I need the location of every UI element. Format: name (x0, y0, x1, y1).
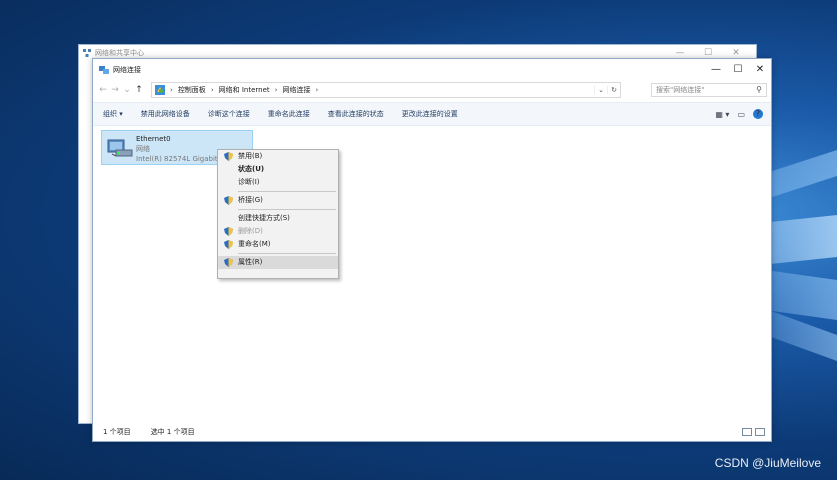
uac-shield-icon (224, 227, 233, 236)
diagnose-connection-button[interactable]: 诊断这个连接 (208, 109, 250, 119)
adapter-network: 网络 (136, 145, 150, 153)
menu-item-create-shortcut[interactable]: 创建快捷方式(S) (218, 212, 338, 225)
large-icons-view-icon[interactable] (755, 428, 765, 436)
forward-arrow-icon[interactable]: → (109, 85, 121, 95)
menu-item-bridge[interactable]: 桥接(G) (218, 194, 338, 207)
details-view-icon[interactable] (742, 428, 752, 436)
back-window-title: 网络和共享中心 (95, 49, 144, 57)
adapter-device: Intel(R) 82574L Gigabit (136, 155, 218, 163)
disable-device-button[interactable]: 禁用此网络设备 (141, 109, 190, 119)
items-view[interactable]: Ethernet0 网络 Intel(R) 82574L Gigabit 禁用(… (93, 126, 771, 424)
back-arrow-icon[interactable]: ← (97, 85, 109, 95)
search-placeholder: 搜索"网络连接" (656, 86, 705, 94)
navigation-bar: ← → ⌄ ↑ › 控制面板 › 网络和 Internet › 网络连接 › ⌄… (93, 81, 771, 99)
address-bar[interactable]: › 控制面板 › 网络和 Internet › 网络连接 › ⌄ ↻ (151, 82, 621, 98)
breadcrumb-network-internet[interactable]: 网络和 Internet (219, 85, 270, 95)
network-adapter-icon (107, 139, 133, 157)
window-title: 网络连接 (113, 66, 141, 74)
menu-item-status[interactable]: 状态(U) (218, 163, 338, 176)
watermark: CSDN @JiuMeilove (714, 456, 821, 470)
change-settings-button[interactable]: 更改此连接的设置 (402, 109, 458, 119)
command-bar: 组织 ▾ 禁用此网络设备 诊断这个连接 重命名此连接 查看此连接的状态 更改此连… (93, 102, 771, 126)
search-icon: ⚲ (756, 85, 762, 94)
network-connections-icon (99, 66, 109, 74)
close-button[interactable]: ✕ (749, 59, 771, 81)
search-input[interactable]: 搜索"网络连接" ⚲ (651, 83, 767, 97)
status-bar: 1 个项目 选中 1 个项目 (93, 423, 771, 441)
preview-pane-icon[interactable]: ▭ (737, 110, 745, 119)
network-connections-window[interactable]: 网络连接 — ☐ ✕ ← → ⌄ ↑ › 控制面板 › 网络和 Internet… (92, 58, 772, 442)
help-icon[interactable]: ? (753, 109, 763, 119)
minimize-button[interactable]: — (705, 59, 727, 81)
organize-menu-button[interactable]: 组织 ▾ (103, 109, 123, 119)
network-icon (83, 49, 91, 57)
breadcrumb-control-panel[interactable]: 控制面板 (178, 85, 206, 95)
context-menu: 禁用(B) 状态(U) 诊断(I) 桥接(G) 创建快捷方式(S) 删除(D) (217, 149, 339, 279)
item-count: 1 个项目 (103, 428, 131, 436)
refresh-icon[interactable]: ↻ (607, 86, 620, 94)
uac-shield-icon (224, 196, 233, 205)
menu-item-properties[interactable]: 属性(R) (218, 256, 338, 269)
breadcrumb-network-connections[interactable]: 网络连接 (282, 85, 310, 95)
menu-separator (238, 209, 336, 210)
menu-separator (238, 191, 336, 192)
recent-locations-chevron-icon[interactable]: ⌄ (121, 85, 133, 95)
titlebar: 网络连接 — ☐ ✕ (93, 59, 771, 81)
up-arrow-icon[interactable]: ↑ (133, 85, 145, 95)
menu-item-diagnose[interactable]: 诊断(I) (218, 176, 338, 189)
view-options-icon[interactable]: ▦ ▾ (715, 110, 729, 119)
rename-connection-button[interactable]: 重命名此连接 (268, 109, 310, 119)
menu-separator (238, 253, 336, 254)
address-dropdown-icon[interactable]: ⌄ (594, 86, 607, 94)
uac-shield-icon (224, 258, 233, 267)
selected-count: 选中 1 个项目 (150, 428, 195, 436)
menu-item-delete: 删除(D) (218, 225, 338, 238)
control-panel-icon (155, 85, 165, 95)
uac-shield-icon (224, 240, 233, 249)
maximize-button[interactable]: ☐ (727, 59, 749, 81)
adapter-name: Ethernet0 (136, 135, 171, 143)
view-status-button[interactable]: 查看此连接的状态 (328, 109, 384, 119)
uac-shield-icon (224, 152, 233, 161)
menu-item-disable[interactable]: 禁用(B) (218, 150, 338, 163)
menu-item-rename[interactable]: 重命名(M) (218, 238, 338, 251)
